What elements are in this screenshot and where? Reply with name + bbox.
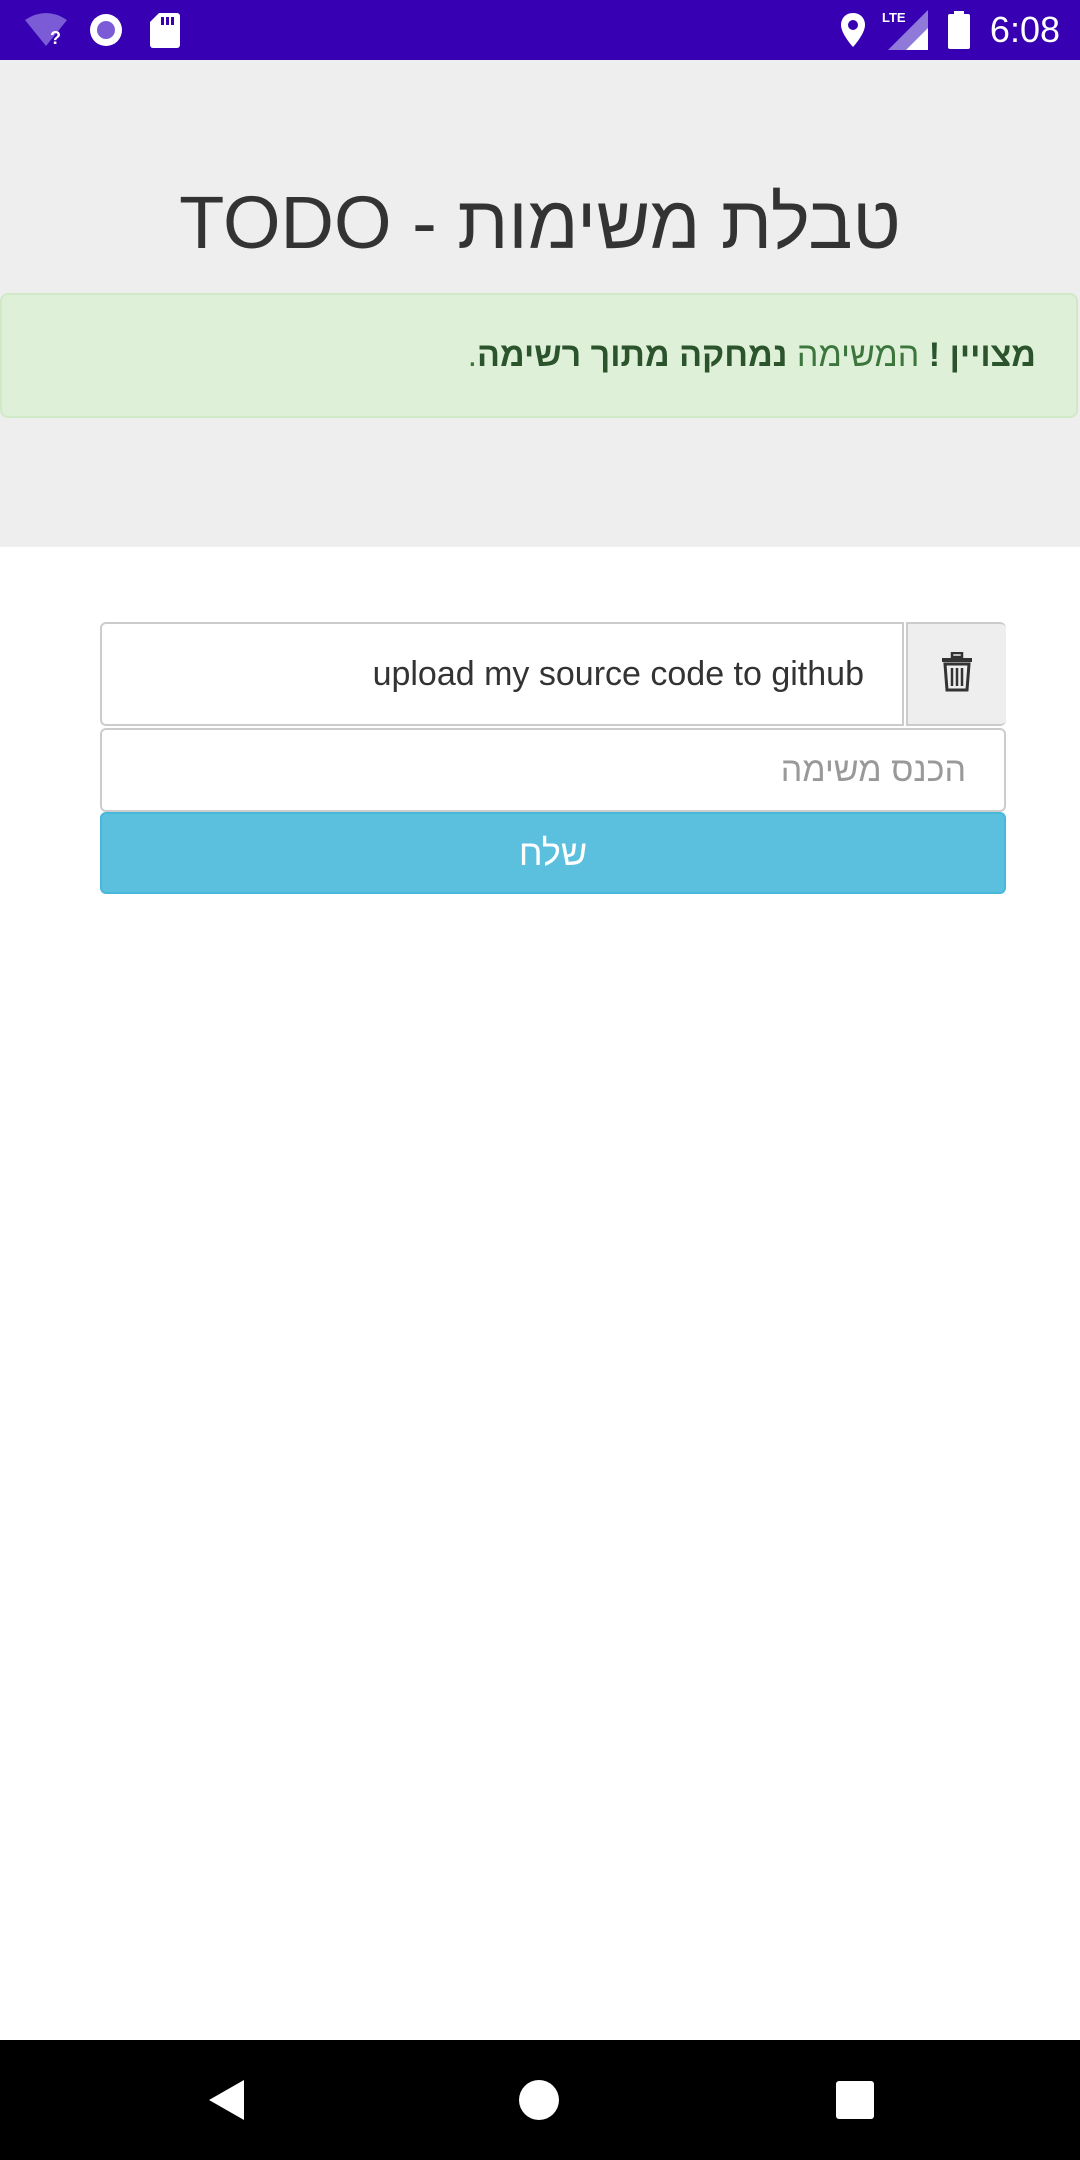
success-alert: מצויין ! המשימה נמחקה מתוך רשימה.	[0, 293, 1078, 418]
delete-task-button[interactable]	[906, 622, 1006, 726]
signal-icon: LTE	[880, 0, 930, 60]
home-icon[interactable]	[479, 2040, 599, 2160]
recents-icon[interactable]	[795, 2040, 915, 2160]
alert-end: .	[467, 336, 478, 374]
trash-icon	[940, 651, 974, 697]
submit-button-label: שלח	[518, 832, 588, 873]
task-text-field[interactable]: upload my source code to github	[100, 622, 904, 726]
alert-strong-prefix: מצויין !	[928, 336, 1036, 374]
page-title: TODO - טבלת משימות	[179, 181, 901, 264]
alert-strong-suffix: נמחקה מתוך רשימה	[477, 336, 788, 374]
location-icon	[836, 0, 870, 60]
clock: 6:08	[989, 9, 1060, 50]
record-icon	[84, 0, 128, 60]
status-bar: ? LTE 6:08	[0, 0, 1080, 60]
task-text: upload my source code to github	[372, 654, 864, 693]
alert-text: המשימה	[796, 336, 920, 374]
new-task-input[interactable]	[100, 728, 1006, 812]
back-icon[interactable]	[166, 2040, 286, 2160]
submit-button[interactable]: שלח	[100, 812, 1006, 894]
network-type-label: LTE	[882, 10, 906, 25]
screen: ? LTE 6:08 TODO - טבלת משימות מצויין ! ה…	[0, 0, 1080, 2160]
task-row: upload my source code to github	[100, 622, 1006, 726]
header: TODO - טבלת משימות מצויין ! המשימה נמחקה…	[0, 60, 1080, 547]
battery-icon	[946, 0, 972, 60]
svg-text:?: ?	[50, 28, 61, 48]
sd-card-icon	[146, 0, 184, 60]
navigation-bar	[0, 2040, 1080, 2160]
wifi-unknown-icon: ?	[22, 0, 70, 60]
